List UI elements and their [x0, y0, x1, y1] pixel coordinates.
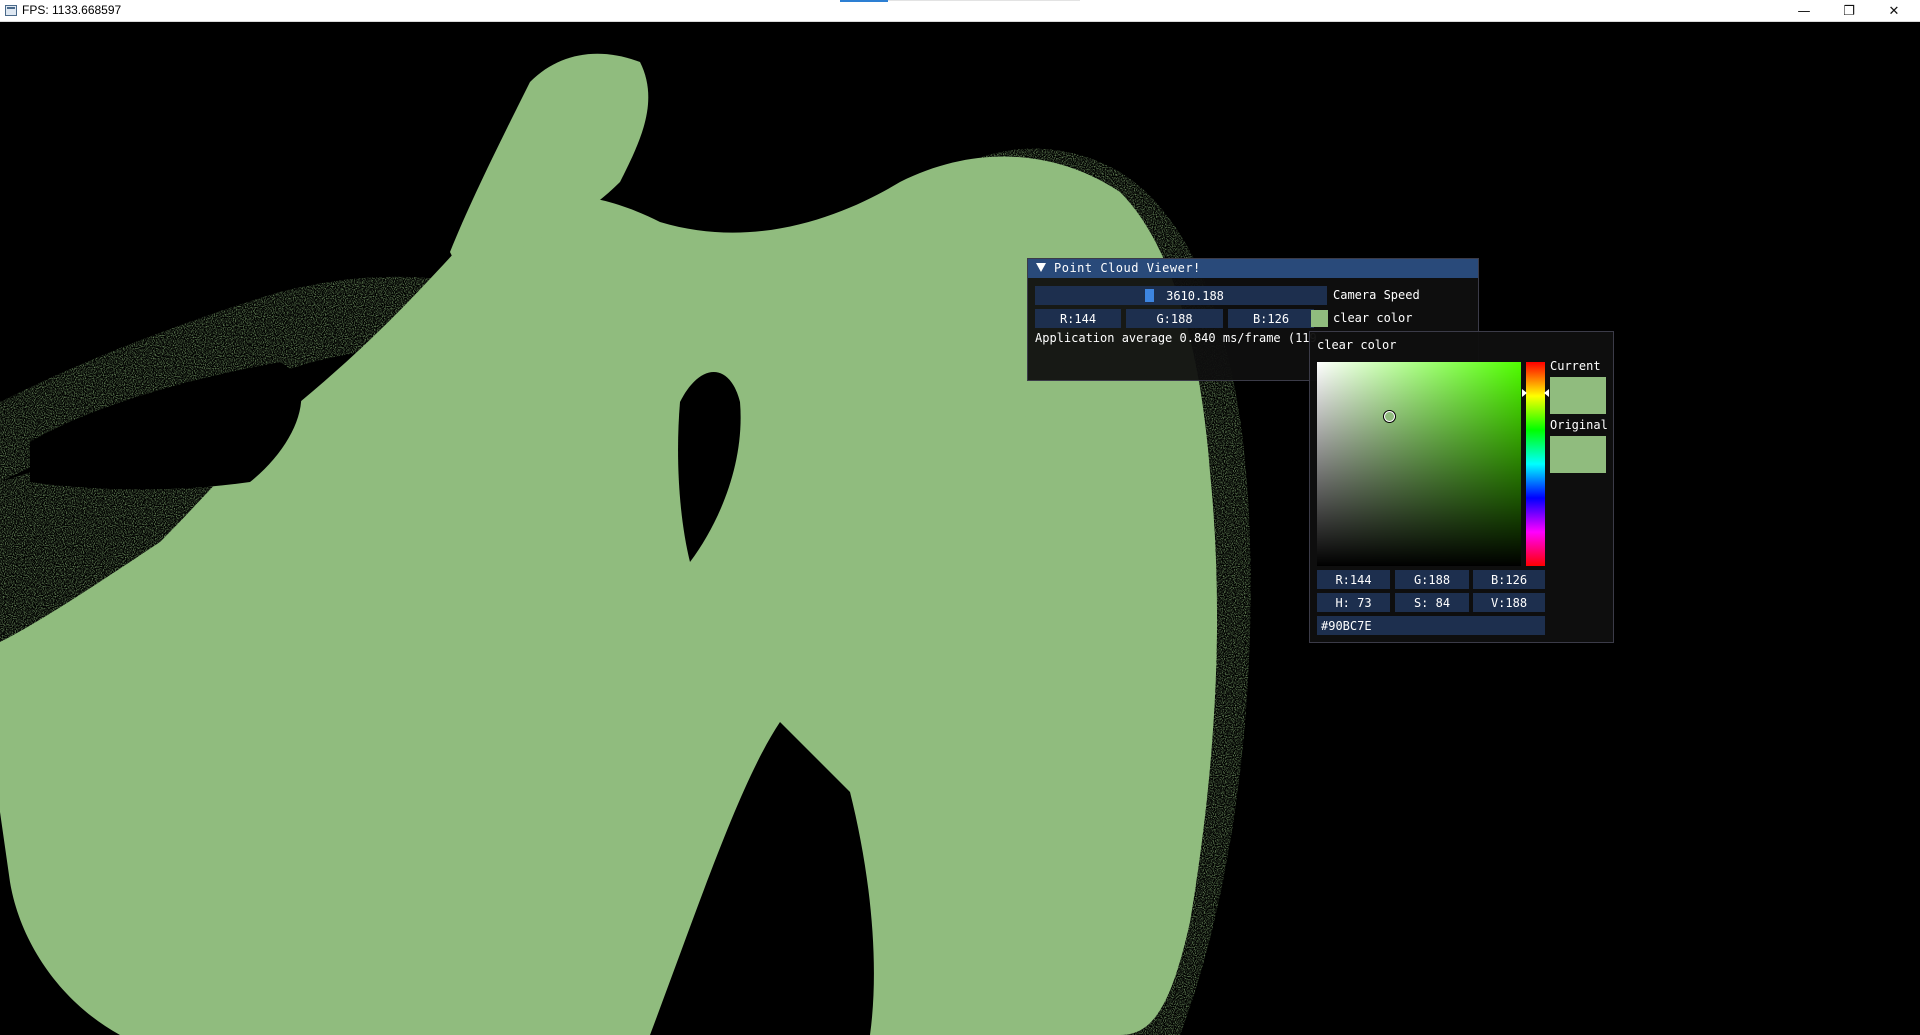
color-picker-popup[interactable]: clear color Current Original R:144 G:188… — [1309, 331, 1614, 643]
app-icon — [5, 5, 17, 16]
close-button[interactable]: ✕ — [1871, 0, 1917, 22]
picker-r-field[interactable]: R:144 — [1317, 570, 1390, 589]
close-icon: ✕ — [1888, 3, 1900, 19]
window-title-text: Point Cloud Viewer! — [1054, 261, 1201, 275]
hue-bar[interactable] — [1526, 362, 1545, 566]
point-cloud-viewport[interactable] — [0, 22, 1920, 1035]
hue-marker-right-arrow-icon — [1544, 389, 1549, 397]
window-title-bar[interactable]: Point Cloud Viewer! — [1028, 259, 1478, 278]
original-color-swatch[interactable] — [1550, 436, 1606, 473]
maximize-button[interactable]: ❐ — [1826, 0, 1872, 22]
picker-g-field[interactable]: G:188 — [1395, 570, 1469, 589]
clear-color-b-field[interactable]: B:126 — [1228, 309, 1314, 328]
sv-picker-cursor[interactable] — [1384, 411, 1395, 422]
clear-color-g-field[interactable]: G:188 — [1126, 309, 1223, 328]
window-title: FPS: 1133.668597 — [22, 3, 122, 17]
collapse-arrow-icon[interactable] — [1036, 263, 1046, 272]
picker-hex-input[interactable]: #90BC7E — [1317, 616, 1545, 635]
hue-marker-left-arrow-icon — [1522, 389, 1527, 397]
point-cloud-render — [0, 53, 1251, 1035]
gap-lower-left — [740, 791, 801, 982]
clear-color-swatch-button[interactable] — [1311, 310, 1328, 327]
current-color-swatch — [1550, 377, 1606, 414]
saturation-value-square[interactable] — [1317, 362, 1521, 566]
picker-v-field[interactable]: V:188 — [1473, 593, 1545, 612]
slider-grab-handle[interactable] — [1145, 289, 1154, 302]
camera-speed-label: Camera Speed — [1333, 288, 1420, 302]
gap-bottom-center — [780, 959, 815, 1035]
title-bar: FPS: 1133.668597 — ❐ ✕ — [0, 0, 1920, 22]
camera-speed-value: 3610.188 — [1166, 288, 1224, 303]
minimize-button[interactable]: — — [1781, 0, 1827, 22]
title-accent-line — [888, 0, 1080, 1]
title-accent — [840, 0, 888, 2]
clear-color-label: clear color — [1333, 311, 1413, 325]
picker-b-field[interactable]: B:126 — [1473, 570, 1545, 589]
picker-title: clear color — [1317, 338, 1397, 352]
current-color-label: Current — [1550, 359, 1601, 373]
picker-s-field[interactable]: S: 84 — [1395, 593, 1469, 612]
clear-color-r-field[interactable]: R:144 — [1035, 309, 1121, 328]
restore-icon: ❐ — [1843, 3, 1855, 19]
app-stats-text: Application average 0.840 ms/frame (119 — [1035, 331, 1317, 345]
minimize-icon: — — [1797, 3, 1811, 19]
camera-speed-slider[interactable]: 3610.188 — [1035, 286, 1327, 305]
picker-h-field[interactable]: H: 73 — [1317, 593, 1390, 612]
original-color-label: Original — [1550, 418, 1608, 432]
